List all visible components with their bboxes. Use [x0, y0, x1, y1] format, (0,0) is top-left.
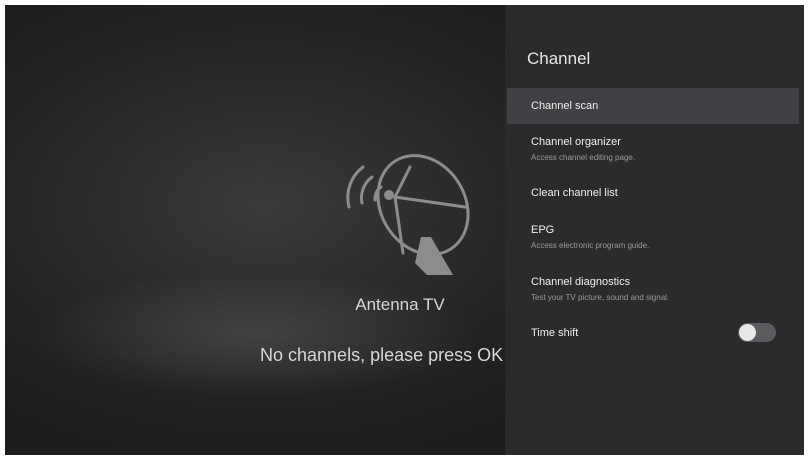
- menu-item-channel-scan[interactable]: Channel scan: [507, 88, 799, 124]
- menu-item-description: Test your TV picture, sound and signal.: [531, 293, 670, 302]
- live-tv-background: Antenna TV No channels, please press OK …: [5, 5, 523, 455]
- source-title: Antenna TV: [355, 295, 445, 314]
- no-channels-message: No channels, please press OK to: [260, 345, 524, 365]
- time-shift-toggle[interactable]: [738, 323, 776, 342]
- menu-item-label: Channel scan: [531, 100, 599, 112]
- menu-item-label: Channel diagnostics: [531, 276, 631, 288]
- menu-item-description: Access channel editing page.: [531, 153, 636, 162]
- menu-item-epg[interactable]: EPG Access electronic program guide.: [507, 224, 799, 250]
- menu-item-channel-organizer[interactable]: Channel organizer Access channel editing…: [507, 136, 799, 162]
- channel-settings-panel: Channel Channel scan Channel organizer A…: [505, 5, 804, 455]
- menu-item-channel-diagnostics[interactable]: Channel diagnostics Test your TV picture…: [507, 276, 799, 302]
- menu-item-label: EPG: [531, 224, 555, 236]
- menu-item-clean-channel-list[interactable]: Clean channel list: [507, 187, 799, 199]
- menu-item-description: Access electronic program guide.: [531, 241, 650, 250]
- panel-title: Channel: [527, 49, 591, 68]
- antenna-dish-icon: [346, 154, 470, 275]
- toggle-knob: [739, 324, 756, 341]
- tv-screen: Antenna TV No channels, please press OK …: [5, 5, 804, 455]
- menu-item-label: Clean channel list: [531, 187, 618, 199]
- menu-item-label: Channel organizer: [531, 136, 621, 148]
